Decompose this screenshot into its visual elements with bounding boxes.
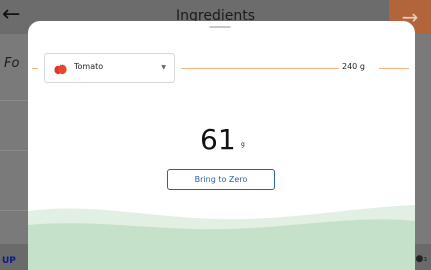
divider (0, 150, 30, 151)
divider (0, 100, 30, 101)
drag-handle[interactable] (209, 26, 231, 28)
bring-to-zero-button[interactable]: Bring to Zero (167, 169, 275, 190)
background-label: Fo (4, 56, 20, 71)
wave-decoration (28, 205, 415, 270)
scale-line-left (32, 68, 38, 69)
scale-line-right (379, 68, 409, 69)
weighing-sheet: Tomato ▼ 240 g 61 g Bring to Zero (28, 21, 415, 270)
weight-unit: g (241, 141, 245, 148)
divider (0, 210, 30, 211)
ingredient-row: Tomato ▼ 240 g (28, 53, 415, 83)
tomato-icon (54, 63, 67, 75)
chevron-down-icon: ▼ (161, 64, 166, 71)
ingredient-select[interactable]: Tomato ▼ (44, 53, 175, 83)
ingredient-name: Tomato (74, 62, 104, 71)
scale-line (181, 68, 339, 69)
corner-icon: ●₃ (415, 254, 427, 264)
max-weight-label: 240 g (342, 62, 365, 71)
weight-value: 61 (200, 123, 236, 156)
bottom-logo: UP (2, 256, 16, 266)
